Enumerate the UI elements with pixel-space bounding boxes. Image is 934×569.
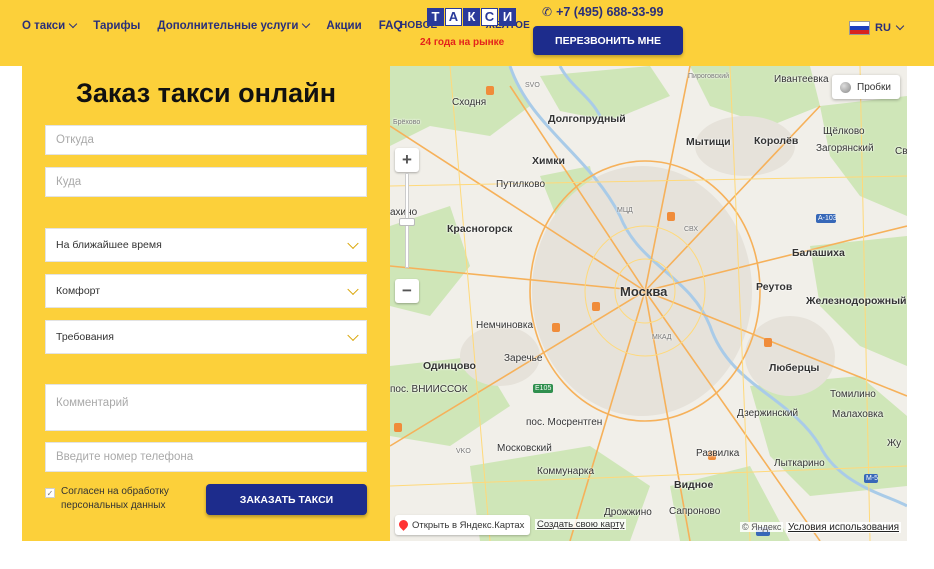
map-label-dzerzhinsky: Дзержинский [737,408,799,419]
map-label-drozhzhino: Дрожжино [604,507,652,518]
map-label-zhu: Жу [887,438,902,449]
callback-button[interactable]: ПЕРЕЗВОНИТЬ МНЕ [533,26,683,55]
nav-item-promotions[interactable]: Акции [326,20,361,32]
map-label-ivanteevka: Ивантеевка [774,74,829,85]
logo-tagline: 24 года на рынке [420,37,505,48]
map-label-malakhovka: Малаховка [832,409,884,420]
map-label-vniissok: пос. ВНИИССОК [390,384,468,395]
map-label-tomilino: Томилино [830,389,876,400]
chevron-down-icon [69,19,78,29]
map-label-zarechye: Заречье [504,353,543,364]
time-select[interactable]: На ближайшее время [45,228,367,262]
nav-item-about[interactable]: О такси [22,19,78,32]
map-label-vko: VKO [456,448,471,455]
phone-icon: ✆ [542,5,553,19]
main-nav: О такси Тарифы Дополнительные услуги Акц… [22,19,419,32]
map-label-vidnoe: Видное [674,479,714,491]
chevron-down-icon [347,237,359,250]
order-form-panel: Заказ такси онлайн Откуда Куда На ближай… [22,66,390,541]
road-badge-m5: M-5 [866,475,879,482]
comment-textarea[interactable]: Комментарий [45,384,367,431]
from-input[interactable]: Откуда [45,125,367,155]
map-label-korolev: Королёв [754,135,799,147]
zoom-in-button[interactable]: + [395,148,419,172]
zoom-control: + − [395,145,419,303]
logo-taxi-cubes: Т А К С И [427,8,516,26]
map-label-mosrentgen: пос. Мосрентген [526,417,603,428]
traffic-toggle[interactable]: Пробки [832,75,900,99]
map-label-mkad: МКАД [652,334,672,341]
road-badge-a103: A-103 [818,215,837,222]
open-in-yandex-maps-link[interactable]: Открыть в Яндекс.Картах [395,515,531,535]
site-logo[interactable]: НОВОЕ ЖЁЛТОЕ Т А К С И 24 года на рынке [400,8,530,52]
map-label-nemchinovka: Немчиновка [476,320,534,331]
map-label-lyubertsy: Люберцы [769,362,820,374]
language-selector[interactable]: RU [849,21,905,35]
to-input[interactable]: Куда [45,167,367,197]
consent-label: Согласен на обработку персональных данны… [61,486,169,511]
road-badge-e105: E105 [535,385,552,392]
chevron-down-icon [347,283,359,296]
map-label-odintsovo: Одинцово [423,360,476,372]
map-label-saponovo: Сапроново [669,506,721,517]
nav-item-extra-services[interactable]: Дополнительные услуги [157,19,311,32]
nav-item-faq[interactable]: FAQ [379,20,403,32]
chevron-down-icon [347,329,359,342]
consent-checkbox[interactable]: ✓ [45,488,55,498]
chevron-down-icon [302,19,311,29]
map-label-krasnogorsk: Красногорск [447,223,513,235]
yandex-copyright: © Яндекс [740,522,784,532]
traffic-light-icon [840,81,851,93]
zoom-slider-handle[interactable] [399,218,415,226]
map-label-moskva: Москва [620,284,668,299]
map-label-sv: Св [895,146,907,157]
chevron-down-icon [895,21,905,31]
terms-of-use-link[interactable]: Условия использования [786,522,901,533]
phone-number[interactable]: ✆ +7 (495) 688-33-99 [542,5,663,19]
map-label-zagoryansky: Загорянский [816,143,874,154]
map-label-zheleznodorozhny: Железнодорожный [806,295,907,307]
order-taxi-button[interactable]: ЗАКАЗАТЬ ТАКСИ [206,484,367,515]
map-label-lytkarino: Лыткарино [774,458,825,469]
map-label-brekhovo: Брёхово [393,119,421,126]
zoom-out-button[interactable]: − [395,279,419,303]
tariff-select[interactable]: Комфорт [45,274,367,308]
map-label-mytishchi: Мытищи [686,136,731,148]
consent-row: ✓ Согласен на обработку персональных дан… [45,485,191,513]
map-label-khimki: Химки [532,155,565,167]
yandex-map[interactable]: Сходня Брёхово SVO Долгопрудный Пироговс… [390,66,907,541]
map-label-svo: SVO [525,82,540,89]
map-label-razvilka: Развилка [696,448,740,459]
map-label-mtsd: МЦД [617,207,633,214]
form-title: Заказ такси онлайн [75,78,337,108]
site-header: О такси Тарифы Дополнительные услуги Акц… [0,0,934,66]
map-label-moskovsky: Московский [497,443,552,454]
requirements-select[interactable]: Требования [45,320,367,354]
phone-input[interactable]: Введите номер телефона [45,442,367,472]
russia-flag-icon [849,21,870,35]
map-label-svkh: СВХ [684,226,699,233]
create-map-link[interactable]: Создать свою карту [535,519,627,530]
map-label-shchelkovo: Щёлково [823,126,865,137]
map-label-kommunarka: Коммунарка [537,466,595,477]
map-label-pirogovsky: Пироговский [688,73,730,80]
map-label-dolgoprudny: Долгопрудный [548,113,626,125]
map-label-reutov: Реутов [756,281,793,293]
map-pin-icon [399,520,408,531]
map-label-putilkovo: Путилково [496,179,545,190]
nav-item-tariffs[interactable]: Тарифы [93,20,140,32]
map-label-balashikha: Балашиха [792,247,845,259]
map-label-skhodnya: Сходня [452,97,487,108]
